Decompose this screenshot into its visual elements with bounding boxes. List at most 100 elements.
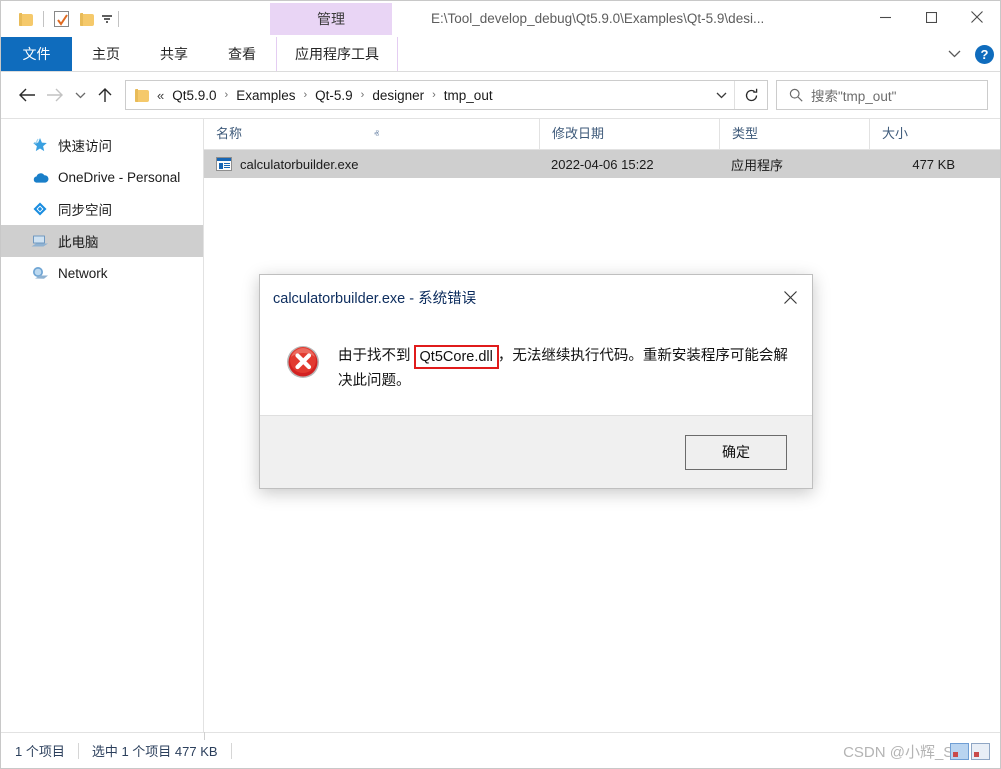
file-type-cell: 应用程序 — [731, 157, 784, 173]
ok-button-label: 确定 — [722, 444, 750, 460]
chevron-down-icon[interactable] — [943, 43, 965, 65]
breadcrumb-folder-icon — [126, 88, 157, 102]
breadcrumb-item-2[interactable]: Qt-5.9 — [313, 88, 355, 103]
sidebar-item-label: OneDrive - Personal — [58, 169, 181, 185]
star-icon — [31, 136, 49, 154]
breadcrumb-item-1[interactable]: Examples — [234, 88, 297, 103]
ribbon-right-controls: ? — [943, 37, 994, 71]
breadcrumb-item-4[interactable]: tmp_out — [442, 88, 495, 103]
sidebar-item-label: 快速访问 — [58, 139, 112, 154]
help-icon[interactable]: ? — [975, 44, 994, 64]
tab-application-tools[interactable]: 应用程序工具 — [276, 37, 398, 71]
breadcrumb-separator-1[interactable]: › — [297, 89, 313, 101]
tab-share[interactable]: 共享 — [140, 37, 208, 71]
minimize-button[interactable] — [862, 1, 908, 33]
breadcrumb-separator-3[interactable]: › — [426, 89, 442, 101]
refresh-button[interactable] — [734, 81, 767, 109]
file-name-label: calculatorbuilder.exe — [240, 156, 359, 172]
back-button[interactable] — [13, 80, 41, 110]
dialog-close-button[interactable] — [768, 278, 812, 316]
navigation-pane: 快速访问 OneDrive - Personal 同步空间 此电脑 Networ… — [1, 119, 204, 732]
tab-share-label: 共享 — [160, 46, 188, 62]
new-folder-icon[interactable] — [74, 6, 100, 32]
properties-icon[interactable] — [48, 6, 74, 32]
broken-image-icon — [950, 743, 969, 760]
caption-buttons — [862, 1, 1000, 33]
ribbon-tab-strip: 文件 主页 共享 查看 应用程序工具 ? — [1, 37, 1000, 72]
breadcrumb-item-3[interactable]: designer — [370, 88, 426, 103]
folder-icon[interactable] — [13, 6, 39, 32]
tab-view[interactable]: 查看 — [208, 37, 276, 71]
sort-ascending-icon: ⱏ — [374, 129, 379, 140]
watermark: CSDN @小辉_Sun — [843, 741, 990, 762]
column-headers: 名称 ⱏ 修改日期 类型 大小 — [204, 119, 1000, 150]
window-title: E:\Tool_develop_debug\Qt5.9.0\Examples\Q… — [431, 11, 765, 26]
column-header-date[interactable]: 修改日期 — [539, 119, 719, 149]
contextual-tab-manage[interactable]: 管理 — [270, 3, 392, 35]
tab-home[interactable]: 主页 — [72, 37, 140, 71]
column-header-type[interactable]: 类型 — [719, 119, 869, 149]
dialog-title-bar: calculatorbuilder.exe - 系统错误 — [260, 275, 812, 319]
sidebar-item-label: 此电脑 — [58, 235, 99, 250]
contextual-tab-label: 管理 — [317, 11, 345, 27]
customize-dropdown-icon[interactable] — [100, 12, 114, 26]
tab-file-label: 文件 — [22, 46, 51, 62]
up-button[interactable] — [91, 80, 119, 110]
sidebar-item-network[interactable]: Network — [1, 257, 203, 289]
cloud-icon — [31, 168, 49, 186]
error-icon — [286, 345, 320, 379]
ok-button[interactable]: 确定 — [685, 434, 787, 470]
file-date-cell: 2022-04-06 15:22 — [551, 156, 654, 172]
breadcrumb-overflow-icon[interactable]: « — [157, 88, 170, 103]
forward-button[interactable] — [41, 80, 69, 110]
dialog-message-prefix: 由于找不到 — [338, 348, 415, 364]
status-divider — [77, 742, 79, 759]
search-icon — [777, 88, 811, 102]
network-icon — [31, 264, 49, 282]
recent-locations-button[interactable] — [69, 80, 91, 110]
column-header-size[interactable]: 大小 — [869, 119, 969, 149]
sidebar-item-this-pc[interactable]: 此电脑 — [1, 225, 203, 257]
status-bar-tick — [204, 732, 205, 740]
dialog-footer: 确定 — [260, 415, 812, 488]
dialog-message: 由于找不到 Qt5Core.dll ，无法继续执行代码。重新安装程序可能会解决此问… — [338, 343, 792, 394]
sidebar-item-sync-space[interactable]: 同步空间 — [1, 193, 203, 225]
help-label: ? — [980, 46, 989, 62]
breadcrumb-separator-0[interactable]: › — [219, 89, 235, 101]
address-bar: « Qt5.9.0 › Examples › Qt-5.9 › designer… — [1, 72, 1000, 118]
dialog-title: calculatorbuilder.exe - 系统错误 — [273, 290, 477, 307]
maximize-button[interactable] — [908, 1, 954, 33]
quick-access-toolbar — [1, 1, 123, 37]
sidebar-item-label: 同步空间 — [58, 203, 112, 218]
column-header-date-label: 修改日期 — [552, 126, 605, 141]
broken-image-icon-2 — [971, 743, 990, 760]
tab-file[interactable]: 文件 — [1, 37, 72, 71]
status-divider-end — [230, 742, 232, 759]
file-size-cell: 477 KB — [912, 156, 955, 172]
sidebar-item-label: Network — [58, 265, 108, 281]
column-header-name-label: 名称 — [216, 126, 243, 141]
executable-icon — [216, 157, 232, 171]
status-bar: 1 个项目 选中 1 个项目 477 KB CSDN @小辉_Sun — [1, 732, 1000, 768]
sidebar-item-quick-access[interactable]: 快速访问 — [1, 129, 203, 161]
tab-home-label: 主页 — [92, 46, 120, 62]
this-pc-icon — [31, 232, 49, 250]
search-input[interactable]: 搜索"tmp_out" — [776, 80, 988, 110]
breadcrumb-item-0[interactable]: Qt5.9.0 — [170, 88, 218, 103]
column-header-name[interactable]: 名称 ⱏ — [204, 119, 539, 149]
breadcrumb[interactable]: « Qt5.9.0 › Examples › Qt-5.9 › designer… — [125, 80, 768, 110]
table-row[interactable]: calculatorbuilder.exe 2022-04-06 15:22 应… — [204, 150, 1000, 178]
status-item-count: 1 个项目 — [15, 744, 65, 759]
tab-application-tools-label: 应用程序工具 — [295, 46, 379, 62]
column-header-type-label: 类型 — [732, 126, 759, 141]
highlighted-dll-name: Qt5Core.dll — [413, 345, 499, 369]
close-button[interactable] — [954, 1, 1000, 33]
search-placeholder: 搜索"tmp_out" — [811, 89, 897, 104]
system-error-dialog: calculatorbuilder.exe - 系统错误 由于找不到 Qt5Co… — [259, 274, 813, 489]
sidebar-item-onedrive[interactable]: OneDrive - Personal — [1, 161, 203, 193]
toolbar-divider-2 — [118, 11, 119, 27]
breadcrumb-dropdown-icon[interactable] — [708, 81, 734, 109]
breadcrumb-separator-2[interactable]: › — [355, 89, 371, 101]
toolbar-divider — [43, 11, 44, 27]
title-bar: 管理 E:\Tool_develop_debug\Qt5.9.0\Example… — [1, 1, 1000, 37]
